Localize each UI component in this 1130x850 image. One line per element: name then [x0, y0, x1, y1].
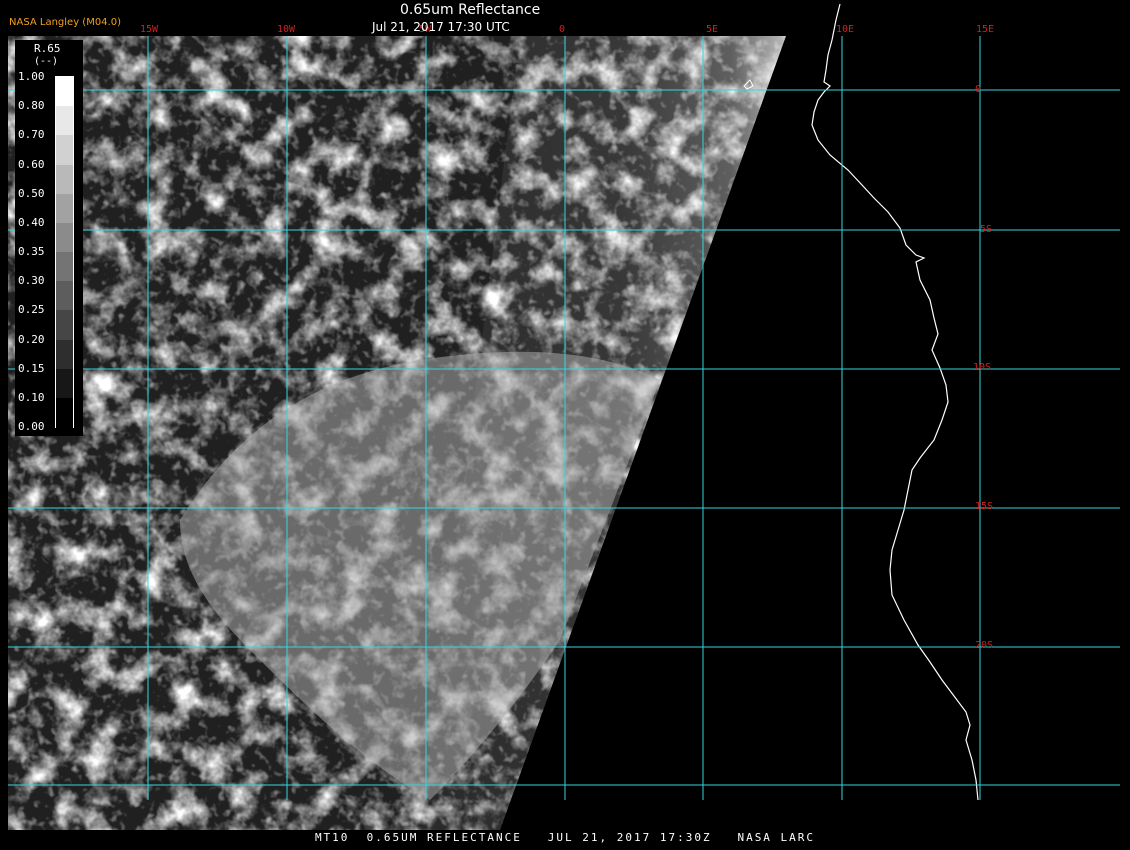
colorbar-tick-label: 0.25	[18, 303, 45, 317]
lon-label-0: 0	[559, 24, 566, 35]
colorbar-segment	[56, 77, 73, 107]
colorbar-tick-label: 0.70	[18, 128, 45, 142]
colorbar-legend: R.65 (--) 1.00 0.80 0.70 0.60 0.50 0.40 0.35 0.…	[15, 40, 83, 436]
lat-label-0: 0	[975, 84, 982, 95]
reflectance-map	[8, 3, 1120, 830]
colorbar-scale	[55, 76, 74, 428]
colorbar-variable-name: R.65	[34, 42, 61, 55]
colorbar-tick-label: 0.00	[18, 420, 45, 433]
observation-datetime: Jul 21, 2017 17:30 UTC	[372, 20, 510, 34]
coastline	[811, 3, 979, 801]
satellite-image-viewer: 15W 10W 5W 0 5E 10E 15E 0 5S 10S 15S 20S…	[0, 0, 1130, 850]
lon-label-5e: 5E	[706, 24, 719, 35]
colorbar-segment	[56, 135, 73, 166]
colorbar-segment	[56, 222, 73, 253]
colorbar-segment	[56, 368, 73, 399]
lon-label-15e: 15E	[976, 24, 995, 35]
colorbar-segment	[56, 281, 73, 312]
lat-label-5s: 5S	[980, 224, 993, 235]
colorbar-segment	[56, 252, 73, 282]
colorbar-segment	[56, 164, 73, 195]
lat-label-10s: 10S	[973, 362, 992, 373]
colorbar-tick-label: 0.60	[18, 157, 45, 171]
colorbar-tick-label: 0.50	[18, 186, 45, 200]
lat-label-15s: 15S	[975, 501, 994, 512]
colorbar-segment	[56, 193, 73, 224]
image-footer-caption: MT10 0.65UM REFLECTANCE JUL 21, 2017 17:…	[314, 831, 816, 844]
colorbar-tick-label: 0.10	[18, 390, 45, 404]
colorbar-tick-label: 0.80	[18, 99, 45, 113]
colorbar-tick-label: 0.30	[18, 274, 45, 288]
colorbar-segment	[56, 397, 73, 428]
colorbar-unit: (--)	[34, 56, 59, 67]
lon-label-15w: 15W	[140, 24, 159, 35]
colorbar-tick-label: 1.00	[18, 70, 45, 83]
colorbar-segment	[56, 310, 73, 341]
lon-label-10e: 10E	[836, 24, 855, 35]
lat-label-20s: 20S	[975, 640, 994, 651]
organization-label: NASA Langley (M04.0)	[9, 17, 121, 28]
colorbar-segment	[56, 106, 73, 137]
colorbar-tick-label: 0.35	[18, 245, 45, 258]
colorbar-tick-label: 0.15	[18, 361, 45, 375]
colorbar-segment	[56, 339, 73, 370]
lon-label-10w: 10W	[277, 24, 296, 35]
product-title: 0.65um Reflectance	[400, 2, 541, 18]
colorbar-tick-label: 0.20	[18, 332, 45, 346]
colorbar-tick-label: 0.40	[18, 215, 45, 229]
